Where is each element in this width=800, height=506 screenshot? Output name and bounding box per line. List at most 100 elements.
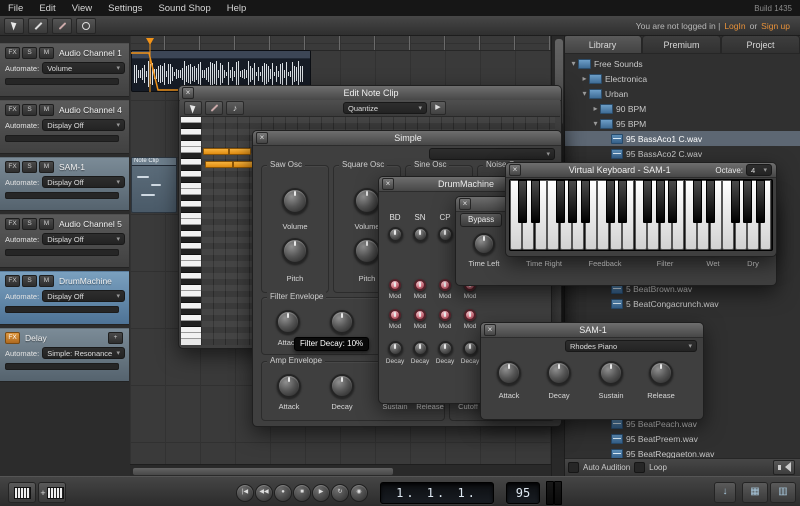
auto-audition-checkbox[interactable] [568, 462, 579, 473]
note-clip[interactable]: Note Clip [131, 157, 177, 213]
black-key[interactable] [693, 180, 702, 223]
close-icon[interactable] [509, 164, 521, 176]
select-tool-button[interactable] [184, 101, 202, 115]
filter-attack-knob[interactable] [276, 310, 300, 334]
collapse-icon[interactable]: ▾ [580, 89, 589, 98]
fx-button[interactable]: FX [5, 104, 20, 116]
library-item[interactable]: ▸Electronica [563, 71, 800, 86]
automate-dropdown[interactable]: Display Off [42, 290, 125, 302]
drum-knob[interactable] [439, 309, 451, 321]
library-item[interactable]: 95 BassAco2 C.wav [563, 146, 800, 161]
download-button[interactable]: ↓ [714, 482, 736, 503]
library-item[interactable]: 95 BassAco1 C.wav [563, 131, 800, 146]
solo-button[interactable]: S [22, 104, 37, 116]
window-titlebar[interactable]: Virtual Keyboard - SAM-1 Octave: 4 [506, 163, 776, 178]
fx-button[interactable]: FX [5, 218, 20, 230]
black-key[interactable] [756, 180, 765, 223]
tab-library[interactable]: Library [563, 35, 642, 54]
loop-checkbox[interactable] [634, 462, 645, 473]
signup-link[interactable]: Sign up [761, 21, 790, 31]
midi-note[interactable] [233, 161, 253, 168]
select-tool-button[interactable] [4, 18, 24, 34]
panel-toggle-left-button[interactable]: ▦ [742, 482, 768, 503]
black-key[interactable] [706, 180, 715, 223]
library-item[interactable]: 5 BeatCongacrunch.wav [563, 296, 800, 311]
filter-decay-knob[interactable] [330, 310, 354, 334]
library-item[interactable]: 95 BeatPreem.wav [563, 431, 800, 446]
black-key[interactable] [668, 180, 677, 223]
automate-dropdown[interactable]: Display Off [42, 233, 125, 245]
expand-icon[interactable]: ▸ [580, 74, 589, 83]
black-key[interactable] [568, 180, 577, 223]
black-key[interactable] [606, 180, 615, 223]
black-key[interactable] [643, 180, 652, 223]
drum-knob[interactable] [414, 279, 426, 291]
pencil-tool-button[interactable] [205, 101, 223, 115]
horizontal-scrollbar-handle[interactable] [132, 467, 394, 476]
stop-button[interactable]: ■ [293, 484, 311, 502]
saw-volume-knob[interactable] [282, 188, 308, 214]
black-key[interactable] [618, 180, 627, 223]
drum-knob[interactable] [438, 341, 453, 356]
black-key[interactable] [656, 180, 665, 223]
follow-button[interactable]: ◉ [350, 484, 368, 502]
octave-dropdown[interactable]: 4 [746, 164, 772, 176]
time-left-knob[interactable] [473, 233, 495, 255]
collapse-icon[interactable]: ▾ [591, 119, 600, 128]
mute-button[interactable]: M [39, 161, 54, 173]
amp-decay-knob[interactable] [330, 374, 354, 398]
window-titlebar[interactable]: Simple [253, 131, 561, 146]
show-keyboard-button[interactable] [8, 482, 36, 503]
split-tool-button[interactable] [28, 18, 48, 34]
menu-sound-shop[interactable]: Sound Shop [150, 3, 218, 14]
mute-button[interactable]: M [39, 104, 54, 116]
mute-button[interactable]: M [39, 218, 54, 230]
track-audio-channel-5[interactable]: FX S M Audio Channel 5 Automate: Display… [0, 214, 129, 268]
zoom-tool-button[interactable] [76, 18, 96, 34]
sustain-knob[interactable] [599, 361, 623, 385]
play-button[interactable]: ▶ [312, 484, 330, 502]
solo-button[interactable]: S [22, 47, 37, 59]
drum-knob[interactable] [388, 227, 403, 242]
drum-knob[interactable] [463, 341, 478, 356]
close-icon[interactable] [256, 132, 268, 144]
menu-help[interactable]: Help [219, 3, 255, 14]
note-tool-button[interactable]: ♪ [226, 101, 244, 115]
rewind-button[interactable]: ◀◀ [255, 484, 273, 502]
solo-button[interactable]: S [22, 161, 37, 173]
window-titlebar[interactable]: SAM-1 [481, 323, 703, 338]
track-delay-fx[interactable]: FX Delay + Automate: Simple: Resonance [0, 328, 129, 382]
track-audio-channel-1[interactable]: FX S M Audio Channel 1 Automate: Volume [0, 43, 129, 97]
add-keyboard-button[interactable]: + [38, 482, 66, 503]
timeline-ruler[interactable] [130, 35, 551, 51]
drum-knob[interactable] [413, 341, 428, 356]
decay-knob[interactable] [547, 361, 571, 385]
amp-attack-knob[interactable] [277, 374, 301, 398]
quantize-apply-button[interactable]: ▶ [430, 101, 446, 115]
collapse-icon[interactable]: ▾ [569, 59, 578, 68]
menu-settings[interactable]: Settings [100, 3, 150, 14]
drum-knob[interactable] [389, 279, 401, 291]
black-key[interactable] [556, 180, 565, 223]
menu-view[interactable]: View [64, 3, 100, 14]
draw-tool-button[interactable] [52, 18, 72, 34]
black-key[interactable] [518, 180, 527, 223]
library-item[interactable]: ▾Free Sounds [563, 56, 800, 71]
preset-dropdown[interactable] [429, 148, 555, 160]
automate-dropdown[interactable]: Volume [42, 62, 125, 74]
login-link[interactable]: LogIn [724, 21, 745, 31]
drum-knob[interactable] [413, 227, 428, 242]
drum-knob[interactable] [439, 279, 451, 291]
fx-button[interactable]: FX [5, 47, 20, 59]
preset-dropdown[interactable]: Rhodes Piano [565, 340, 697, 352]
drum-knob[interactable] [464, 309, 476, 321]
square-volume-knob[interactable] [354, 188, 380, 214]
drum-knob[interactable] [438, 227, 453, 242]
midi-note[interactable] [229, 148, 251, 155]
piano-roll-keys[interactable] [181, 117, 201, 345]
midi-note[interactable] [203, 148, 229, 155]
loop-button[interactable]: ↻ [331, 484, 349, 502]
automate-dropdown[interactable]: Simple: Resonance [42, 347, 125, 359]
fx-button[interactable]: FX [5, 332, 20, 344]
square-pitch-knob[interactable] [354, 238, 380, 264]
